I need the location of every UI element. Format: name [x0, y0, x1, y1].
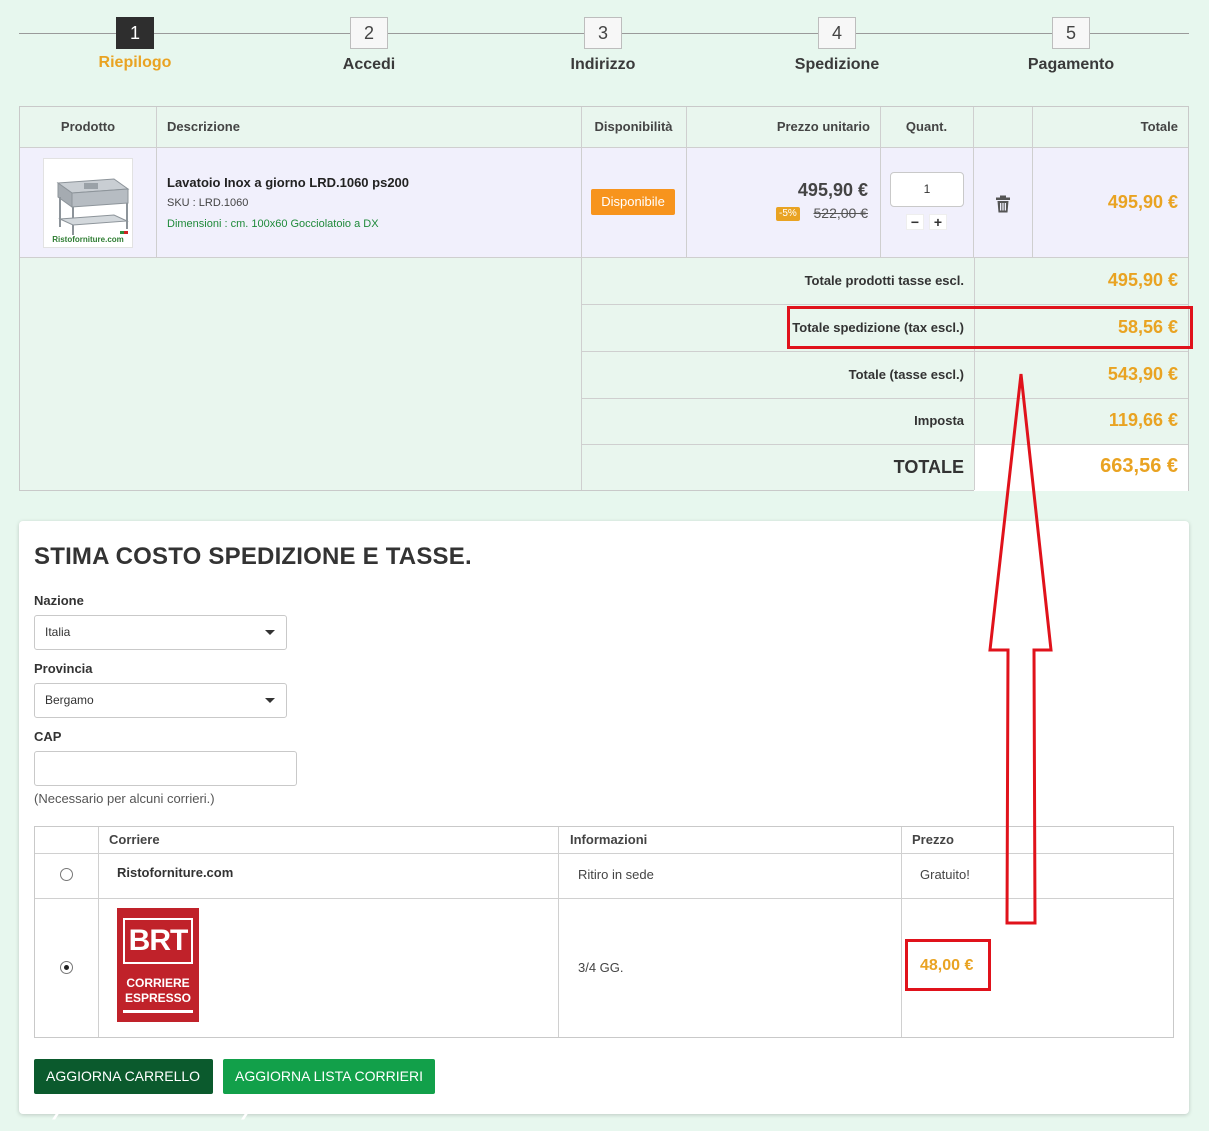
step-number: 3: [584, 17, 622, 49]
step-accedi[interactable]: 2 Accedi: [299, 17, 439, 74]
brt-logo-main: BRT: [123, 918, 193, 964]
carrier-name: Ristoforniture.com: [117, 865, 234, 880]
step-riepilogo[interactable]: 1 Riepilogo: [65, 17, 205, 72]
header-quantity: Quant.: [905, 119, 948, 134]
province-label: Provincia: [34, 661, 93, 676]
header-description: Descrizione: [167, 119, 240, 134]
chevron-right-icon: ❯: [235, 1103, 251, 1119]
step-label: Spedizione: [794, 56, 880, 73]
header-carrier: Corriere: [109, 832, 160, 847]
carrier-radio-ristoforniture[interactable]: [60, 868, 73, 881]
checkout-steps: 1 Riepilogo 2 Accedi 3 Indirizzo 4 Spedi…: [19, 0, 1189, 100]
update-cart-button[interactable]: AGGIORNA CARRELLO ❯: [34, 1059, 213, 1119]
discount-badge: -5%: [776, 207, 800, 221]
summary-tax-row: Imposta 119,66 €: [581, 399, 1188, 445]
summary-products-label: Totale prodotti tasse escl.: [804, 273, 964, 288]
zip-label: CAP: [34, 729, 62, 744]
step-number: 5: [1052, 17, 1090, 49]
old-price: 522,00 €: [813, 205, 869, 221]
annotation-highlight-brt-price: [905, 939, 991, 991]
quantity-increase-button[interactable]: +: [929, 214, 947, 230]
cart-table-header: Prodotto Descrizione Disponibilità Prezz…: [20, 107, 1188, 148]
product-name[interactable]: Lavatoio Inox a giorno LRD.1060 ps200: [167, 175, 409, 190]
step-label: Riepilogo: [98, 54, 172, 71]
header-unit-price: Prezzo unitario: [776, 119, 870, 134]
zip-input[interactable]: [34, 751, 297, 786]
product-image-caption: Ristoforniture.com: [52, 235, 124, 244]
summary-total-row: TOTALE 663,56 €: [581, 445, 1188, 491]
brt-logo: BRT CORRIERE ESPRESSO: [117, 908, 199, 1022]
step-number: 1: [116, 17, 154, 49]
annotation-arrow-up-icon: [988, 373, 1053, 925]
chevron-right-icon: ❯: [46, 1103, 62, 1119]
carrier-radio-brt[interactable]: [60, 961, 73, 974]
step-indirizzo[interactable]: 3 Indirizzo: [533, 17, 673, 74]
province-select[interactable]: Bergamo: [34, 683, 287, 718]
summary-total-value: 663,56 €: [1100, 455, 1178, 477]
summary-total-label: TOTALE: [893, 457, 964, 477]
step-label: Accedi: [342, 56, 396, 73]
summary-subtotal-label: Totale (tasse escl.): [848, 367, 964, 382]
availability-badge: Disponibile: [591, 189, 675, 215]
country-select[interactable]: Italia: [34, 615, 287, 650]
product-sku: SKU : LRD.1060: [167, 197, 249, 209]
carrier-price: Gratuito!: [920, 867, 970, 882]
carrier-info: 3/4 GG.: [578, 960, 624, 975]
update-carriers-label: AGGIORNA LISTA CORRIERI: [235, 1068, 424, 1084]
quantity-decrease-button[interactable]: −: [906, 214, 924, 230]
line-total: 495,90 €: [1107, 192, 1178, 212]
summary-tax-label: Imposta: [914, 413, 964, 428]
update-carriers-button[interactable]: AGGIORNA LISTA CORRIERI ❯: [223, 1059, 435, 1119]
caret-down-icon: [265, 698, 275, 703]
header-total: Totale: [1140, 119, 1178, 134]
summary-subtotal-value: 543,90 €: [1107, 364, 1178, 384]
product-image[interactable]: Ristoforniture.com: [43, 158, 133, 248]
unit-price: 495,90 €: [797, 180, 868, 200]
step-number: 2: [350, 17, 388, 49]
caret-down-icon: [265, 630, 275, 635]
province-selected-value: Bergamo: [45, 693, 94, 707]
update-cart-label: AGGIORNA CARRELLO: [46, 1068, 201, 1084]
summary-tax-value: 119,66 €: [1108, 410, 1178, 430]
step-label: Indirizzo: [570, 56, 636, 73]
header-availability: Disponibilità: [594, 119, 673, 134]
brt-logo-sub2: ESPRESSO: [124, 991, 192, 1005]
annotation-highlight-shipping-total: [787, 306, 1193, 349]
header-info: Informazioni: [570, 832, 648, 847]
trash-icon[interactable]: [995, 195, 1011, 213]
country-selected-value: Italia: [45, 625, 71, 639]
header-product: Prodotto: [60, 119, 116, 134]
country-label: Nazione: [34, 593, 84, 608]
quantity-input[interactable]: 1: [890, 172, 964, 207]
estimate-title: STIMA COSTO SPEDIZIONE E TASSE.: [34, 543, 472, 570]
summary-products-value: 495,90 €: [1107, 270, 1178, 290]
sink-illustration-icon: [56, 178, 130, 235]
header-price: Prezzo: [912, 832, 954, 847]
product-dimensions: Dimensioni : cm. 100x60 Gocciolatoio a D…: [167, 218, 379, 230]
step-spedizione[interactable]: 4 Spedizione: [767, 17, 907, 74]
step-number: 4: [818, 17, 856, 49]
step-pagamento[interactable]: 5 Pagamento: [1001, 17, 1141, 74]
zip-hint: (Necessario per alcuni corrieri.): [34, 791, 215, 806]
step-label: Pagamento: [1027, 56, 1115, 73]
summary-products-row: Totale prodotti tasse escl. 495,90 €: [581, 258, 1188, 305]
cart-product-row: Ristoforniture.com Lavatoio Inox a giorn…: [20, 148, 1188, 258]
carrier-info: Ritiro in sede: [578, 867, 654, 882]
brt-logo-sub1: CORRIERE: [126, 976, 190, 990]
summary-subtotal-row: Totale (tasse escl.) 543,90 €: [581, 352, 1188, 399]
